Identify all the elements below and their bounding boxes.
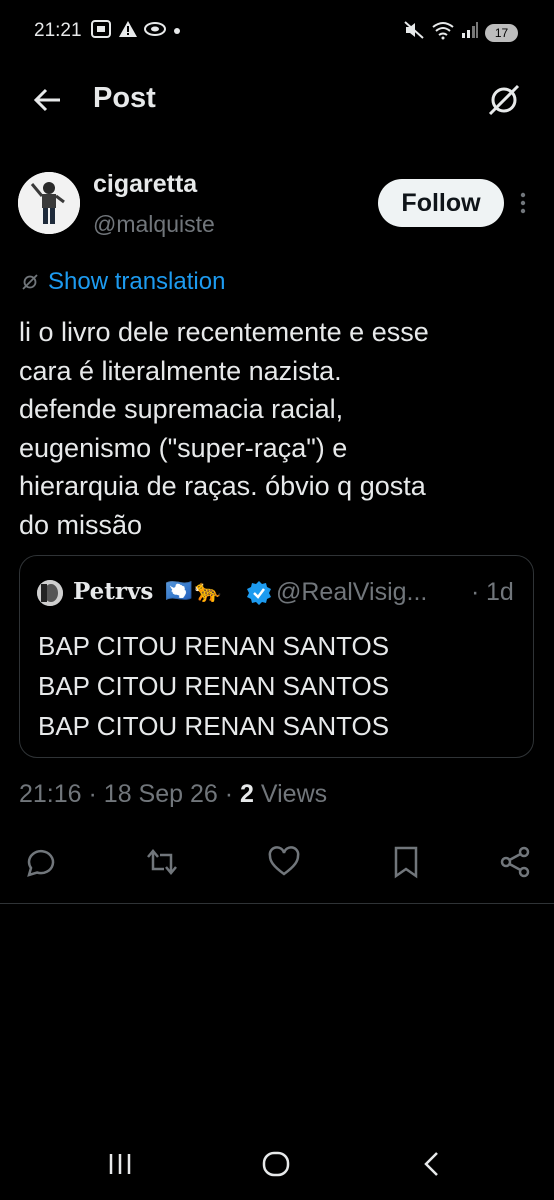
bookmark-icon [394, 846, 418, 879]
back-button[interactable] [30, 82, 66, 118]
views-count[interactable]: 2 [240, 780, 254, 808]
wifi-icon [431, 20, 455, 45]
battery-icon: 17 [485, 23, 518, 42]
signal-icon [461, 21, 479, 44]
quote-display-name: Petrvs [73, 578, 154, 605]
avatar-image [18, 172, 80, 234]
recents-button[interactable] [100, 1146, 140, 1182]
status-right-icons: 17 [403, 20, 518, 45]
home-button[interactable] [256, 1146, 296, 1182]
more-options-button[interactable] [514, 188, 532, 218]
share-button[interactable] [493, 840, 537, 884]
like-button[interactable] [262, 840, 306, 884]
post-actions [0, 840, 554, 884]
status-bar: 21:21 17 [0, 0, 554, 64]
user-handle[interactable]: @malquiste [93, 211, 215, 238]
top-app-bar: Post [0, 64, 554, 134]
quote-avatar [37, 580, 63, 606]
avatar[interactable] [18, 172, 80, 234]
share-icon [500, 846, 530, 878]
more-vertical-icon [520, 192, 526, 214]
quote-text: BAP CITOU RENAN SANTOS BAP CITOU RENAN S… [38, 631, 390, 741]
show-translation-link[interactable]: Show translation [20, 268, 225, 296]
meta-separator: · [224, 780, 234, 808]
post-author: cigaretta @malquiste Follow [0, 166, 554, 246]
post-time: 21:16 [19, 780, 82, 808]
dot-icon [172, 23, 182, 41]
mute-icon [403, 20, 425, 45]
translate-button[interactable] [484, 80, 524, 120]
views-label[interactable]: Views [261, 780, 327, 808]
quote-avatar-image [37, 580, 63, 606]
grok-small-icon [22, 274, 38, 290]
screenshot-icon [90, 19, 112, 44]
reply-icon [27, 849, 55, 877]
divider [0, 903, 554, 904]
grok-icon [488, 84, 520, 116]
post-text: li o livro dele recentemente e esse cara… [19, 317, 429, 540]
show-translation-label: Show translation [48, 268, 226, 295]
quote-age: 1d [486, 578, 514, 606]
verified-badge-icon [246, 580, 272, 606]
follow-button[interactable]: Follow [378, 179, 504, 227]
notification-app-icon [144, 21, 166, 42]
like-icon [268, 846, 300, 876]
quote-handle: @RealVisig... [276, 578, 428, 606]
status-time: 21:21 [34, 20, 82, 41]
home-icon [262, 1151, 290, 1177]
quote-flags: 🇦🇶 🐆 [165, 578, 222, 604]
status-left-icons [90, 19, 182, 44]
quoted-post[interactable]: Petrvs 🇦🇶 🐆 @RealVisig... · 1d BAP CITOU… [19, 555, 534, 758]
repost-icon [147, 849, 177, 875]
system-back-button[interactable] [412, 1146, 452, 1182]
alert-icon [118, 20, 138, 43]
meta-separator: · [88, 780, 97, 808]
page-title: Post [93, 82, 156, 114]
reply-button[interactable] [18, 840, 62, 884]
repost-button[interactable] [140, 840, 184, 884]
post-meta: 21:16 · 18 Sep 26 · 2 Views [19, 780, 327, 809]
flag-emoji: 🇦🇶 [165, 578, 193, 603]
post-date: 18 Sep 26 [103, 780, 218, 808]
recents-icon [109, 1154, 131, 1174]
bookmark-button[interactable] [384, 840, 428, 884]
quote-separator: · [471, 578, 480, 606]
back-arrow-icon [33, 88, 60, 112]
system-back-icon [424, 1152, 438, 1176]
display-name[interactable]: cigaretta [93, 170, 197, 199]
leopard-emoji: 🐆 [194, 578, 222, 603]
system-nav-bar [0, 1130, 554, 1200]
